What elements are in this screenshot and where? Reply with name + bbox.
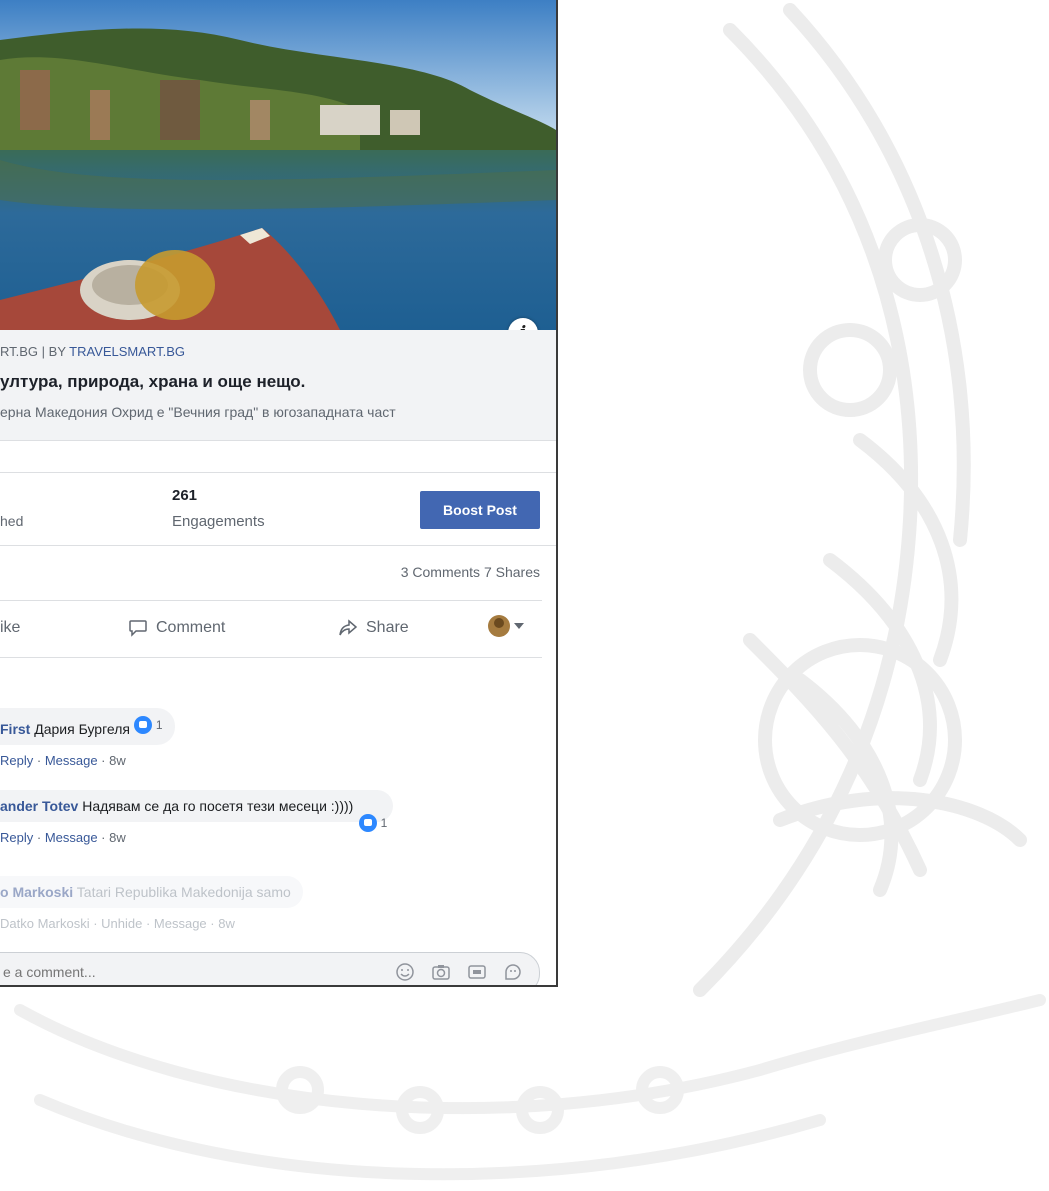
post-as-selector[interactable] — [488, 615, 524, 637]
engagements-value: 261 — [172, 487, 198, 504]
comment-timestamp: 8w — [218, 916, 235, 931]
comment-text: Надявам се да го посетя тези месеци :)))… — [82, 798, 354, 814]
post-photo-ohrid-lake[interactable] — [0, 0, 556, 330]
facebook-post-card: i RT.BG | BY TRAVELSMART.BG ултура, прир… — [0, 0, 558, 987]
chevron-down-icon — [514, 623, 524, 629]
unhide-link[interactable]: Unhide — [101, 916, 142, 931]
comment-reactions[interactable]: 1 — [133, 716, 163, 734]
reply-link[interactable]: Reply — [0, 830, 33, 845]
comment-text: Tatari Republika Makedonija samo — [76, 884, 291, 900]
hidden-by-label[interactable]: Datko Markoski — [0, 916, 90, 931]
comment-label: Comment — [156, 619, 226, 636]
comment-input[interactable] — [1, 963, 365, 981]
comment-item: First Дария Бургеля 1 Reply · Message · … — [0, 708, 175, 768]
like-label: ike — [0, 619, 21, 636]
comment-meta: Reply · Message · 8w — [0, 830, 126, 845]
like-reaction-icon — [358, 814, 377, 832]
comment-share-counts[interactable]: 3 Comments 7 Shares — [401, 564, 540, 580]
share-icon — [339, 619, 358, 636]
comment-button[interactable]: Comment — [128, 619, 225, 637]
reply-link[interactable]: Reply — [0, 753, 33, 768]
comment-timestamp: 8w — [109, 753, 126, 768]
comment-meta: Reply · Message · 8w — [0, 753, 126, 768]
link-source: RT.BG | BY TRAVELSMART.BG — [0, 344, 185, 359]
link-source-name[interactable]: TRAVELSMART.BG — [69, 344, 185, 359]
link-preview[interactable]: RT.BG | BY TRAVELSMART.BG ултура, природ… — [0, 330, 556, 441]
comment-author[interactable]: o Markoski — [0, 884, 73, 900]
message-link[interactable]: Message — [45, 753, 98, 768]
sticker-icon[interactable] — [503, 962, 523, 982]
share-button[interactable]: Share — [338, 619, 409, 637]
share-label: Share — [366, 619, 409, 636]
comment-meta: Datko Markoski · Unhide · Message · 8w — [0, 916, 235, 931]
message-link[interactable]: Message — [154, 916, 207, 931]
post-action-bar: ike Comment Share — [0, 600, 542, 658]
gif-icon[interactable] — [467, 962, 487, 982]
comment-bubble: o Markoski Tatari Republika Makedonija s… — [0, 876, 303, 908]
comment-author[interactable]: ander Totev — [0, 798, 78, 814]
like-reaction-icon — [133, 716, 152, 734]
like-button[interactable]: ike — [0, 619, 20, 637]
comment-timestamp: 8w — [109, 830, 126, 845]
comment-composer — [0, 952, 540, 985]
engagements-label: Engagements — [172, 513, 265, 530]
ribbon-watermark — [14, 994, 1046, 1181]
comment-bubble: First Дария Бургеля 1 — [0, 708, 175, 745]
reach-label: hed — [0, 513, 24, 529]
avatar — [488, 615, 510, 637]
comment-author[interactable]: First — [0, 721, 30, 737]
comment-icon — [129, 620, 147, 637]
comment-bubble: ander Totev Надявам се да го посетя тези… — [0, 790, 394, 832]
message-link[interactable]: Message — [45, 830, 98, 845]
link-description: ерна Македония Охрид е "Вечния град" в ю… — [0, 404, 396, 420]
emoji-icon[interactable] — [395, 962, 415, 982]
reaction-count: 1 — [380, 816, 388, 830]
post-insights-row: hed 261 Engagements Boost Post — [0, 472, 556, 546]
link-source-prefix: RT.BG | BY — [0, 344, 66, 359]
comment-text: Дария Бургеля — [34, 721, 130, 737]
composer-tools — [395, 962, 523, 982]
link-title[interactable]: ултура, природа, храна и още нещо. — [0, 372, 305, 392]
hidden-comment-item: o Markoski Tatari Republika Makedonija s… — [0, 876, 303, 931]
boost-post-button[interactable]: Boost Post — [420, 491, 540, 529]
comment-item: ander Totev Надявам се да го посетя тези… — [0, 790, 394, 845]
camera-icon[interactable] — [431, 962, 451, 982]
comment-reactions[interactable]: 1 — [358, 814, 388, 832]
reaction-count: 1 — [155, 718, 163, 732]
